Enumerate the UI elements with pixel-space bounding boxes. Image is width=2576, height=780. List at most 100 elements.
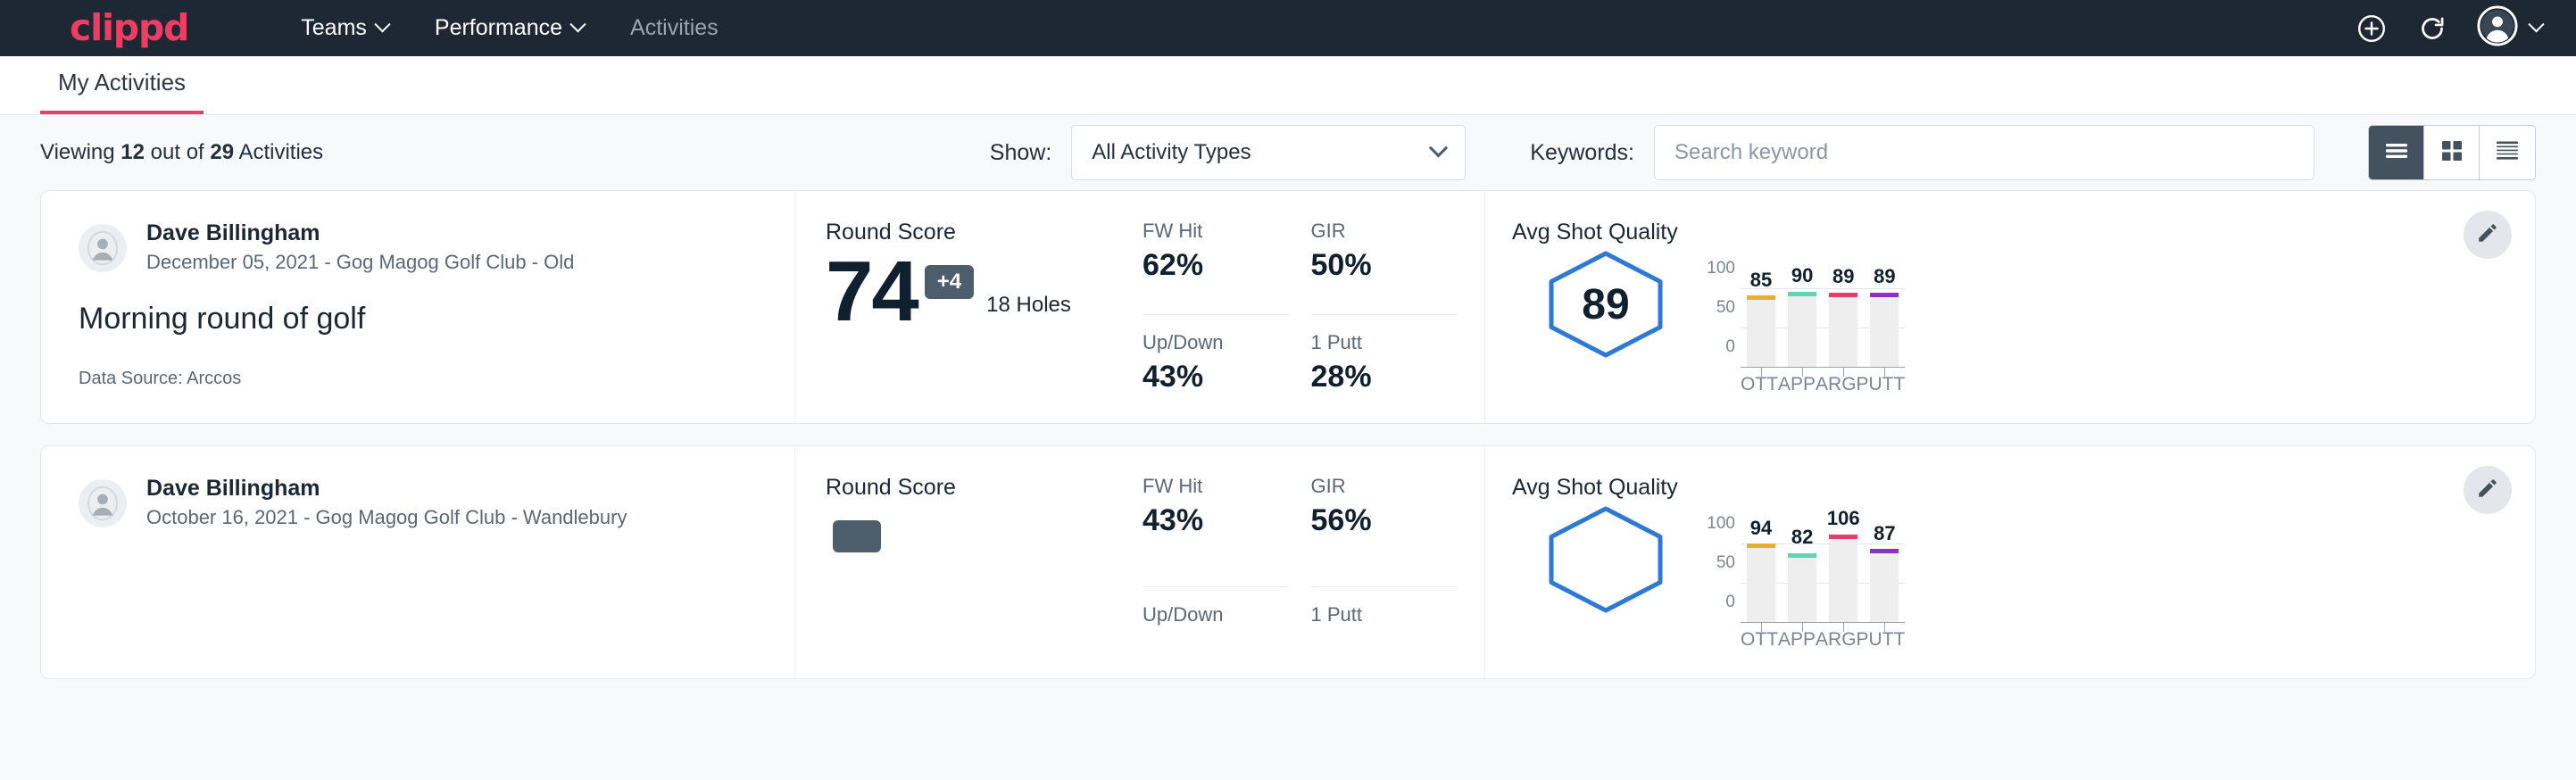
activity-card[interactable]: Dave Billingham December 05, 2021 - Gog … [40, 190, 2536, 424]
account-circle-icon [2477, 5, 2518, 51]
x-tick-ott [1761, 367, 1762, 377]
y-tick-50: 50 [1716, 298, 1735, 318]
stat-fw-hit-value: 62% [1143, 248, 1290, 283]
bar-arg-cap [1829, 293, 1857, 297]
x-tick-ott [1761, 622, 1762, 632]
refresh-icon[interactable] [2416, 12, 2448, 45]
stat-one-putt-value: 28% [1311, 360, 1458, 394]
nav-item-activities-label: Activities [630, 15, 719, 41]
activity-meta: December 05, 2021 - Gog Magog Golf Club … [146, 249, 574, 277]
chart-bars: 85 90 [1741, 269, 1905, 367]
bar-arg-value: 106 [1827, 507, 1860, 530]
stat-fw-hit: FW Hit 43% [1143, 475, 1290, 587]
viewing-count: 12 [120, 140, 145, 164]
shot-quality-hex-wrap: 89 [1512, 249, 1699, 360]
y-tick-50: 50 [1716, 553, 1735, 573]
pencil-icon [2476, 477, 2499, 504]
bar-ott-value: 85 [1750, 269, 1772, 292]
stat-up-down: Up/Down [1143, 603, 1290, 678]
nav-item-activities[interactable]: Activities [607, 15, 742, 41]
x-label-arg: ARG [1816, 374, 1857, 395]
chart-plot-area: 94 82 [1741, 524, 1905, 622]
view-mode-grid-button[interactable] [2424, 126, 2480, 179]
x-tick-app [1802, 367, 1803, 377]
stat-one-putt-label: 1 Putt [1311, 331, 1458, 354]
nav-item-performance[interactable]: Performance [411, 15, 607, 41]
nav-item-teams-label: Teams [301, 15, 367, 41]
stat-one-putt: 1 Putt [1311, 603, 1458, 678]
tab-my-activities[interactable]: My Activities [40, 69, 204, 114]
avg-shot-quality-column: Avg Shot Quality 89 100 50 0 [1485, 191, 2535, 423]
keywords-label: Keywords: [1530, 140, 1634, 166]
viewing-suffix: Activities [238, 140, 323, 164]
shot-quality-hexagon [1544, 504, 1667, 615]
bar-ott-value: 94 [1750, 517, 1772, 540]
chart-bars: 94 82 [1741, 524, 1905, 622]
player-name: Dave Billingham [146, 220, 574, 247]
round-score-value: 74 [826, 251, 918, 332]
activity-stats-grid: FW Hit 62% GIR 50% Up/Down 43% 1 Putt 28… [1130, 191, 1485, 423]
bar-arg: 106 [1823, 524, 1864, 622]
list-view-icon [2383, 140, 2410, 166]
nav-item-teams[interactable]: Teams [278, 15, 411, 41]
stat-fw-hit: FW Hit 62% [1143, 220, 1290, 315]
chart-x-labels: OTT APP ARG PUTT [1741, 374, 1905, 395]
page-tab-bar: My Activities [0, 56, 2576, 115]
chevron-down-icon [569, 16, 586, 32]
view-mode-list-button[interactable] [2369, 126, 2424, 179]
chevron-down-icon [1429, 138, 1448, 157]
round-score-label: Round Score [826, 475, 1130, 501]
avg-shot-quality-label: Avg Shot Quality [1512, 220, 2535, 245]
chart-y-axis: 100 50 0 [1699, 524, 1741, 602]
avg-shot-quality-body: 89 100 50 0 [1512, 249, 2535, 395]
clippd-logo[interactable]: clippd [70, 10, 188, 46]
round-score-value-row: 74 +4 18 Holes [826, 251, 1130, 332]
activities-toolbar: Viewing 12 out of 29 Activities Show: Al… [40, 115, 2536, 190]
view-mode-compact-button[interactable] [2480, 126, 2535, 179]
activity-player: Dave Billingham December 05, 2021 - Gog … [79, 220, 757, 277]
bar-putt-value: 89 [1874, 265, 1895, 288]
viewing-total: 29 [210, 140, 234, 164]
stat-up-down-label: Up/Down [1143, 603, 1290, 626]
x-axis-line [1741, 367, 1905, 368]
stat-fw-hit-label: FW Hit [1143, 220, 1290, 243]
shot-quality-hexagon: 89 [1544, 249, 1667, 360]
activity-card[interactable]: Dave Billingham October 16, 2021 - Gog M… [40, 445, 2536, 679]
bar-ott: 94 [1741, 524, 1782, 622]
bar-putt-cap [1870, 293, 1899, 297]
account-menu[interactable] [2477, 5, 2542, 51]
nav-actions [2356, 5, 2542, 51]
stat-fw-hit-value: 43% [1143, 503, 1290, 538]
activity-info-column: Dave Billingham December 05, 2021 - Gog … [41, 191, 795, 423]
add-circle-icon[interactable] [2356, 12, 2388, 45]
activity-info-column: Dave Billingham October 16, 2021 - Gog M… [41, 446, 795, 678]
stat-fw-hit-label: FW Hit [1143, 475, 1290, 498]
x-label-app: APP [1778, 629, 1816, 651]
x-axis-line [1741, 622, 1905, 623]
pencil-icon [2476, 221, 2499, 249]
bar-putt-cap [1870, 549, 1899, 553]
grid-view-icon [2439, 138, 2464, 168]
bar-ott-cap [1747, 544, 1775, 548]
viewing-prefix: Viewing [40, 140, 115, 164]
stat-gir-label: GIR [1311, 475, 1458, 498]
search-input[interactable] [1654, 125, 2314, 180]
edit-activity-button[interactable] [2464, 211, 2512, 259]
edit-activity-button[interactable] [2464, 466, 2512, 514]
show-label: Show: [990, 140, 1051, 166]
shot-quality-hex-wrap [1512, 504, 1699, 615]
chart-x-labels: OTT APP ARG PUTT [1741, 629, 1905, 651]
viewing-count-text: Viewing 12 out of 29 Activities [40, 140, 323, 165]
stat-up-down: Up/Down 43% [1143, 331, 1290, 424]
activity-type-select[interactable]: All Activity Types [1071, 125, 1466, 180]
x-tick-putt [1884, 622, 1885, 632]
shot-quality-bar-chart: 100 50 0 85 [1699, 249, 2535, 395]
x-label-app: APP [1778, 374, 1816, 395]
round-score-value-row [826, 506, 1130, 552]
avatar [79, 479, 127, 527]
x-label-ott: OTT [1741, 374, 1778, 395]
shot-quality-value: 89 [1544, 280, 1667, 329]
stat-up-down-value: 43% [1143, 360, 1290, 394]
avg-shot-quality-body: 100 50 0 94 [1512, 504, 2535, 651]
y-tick-100: 100 [1707, 259, 1735, 278]
